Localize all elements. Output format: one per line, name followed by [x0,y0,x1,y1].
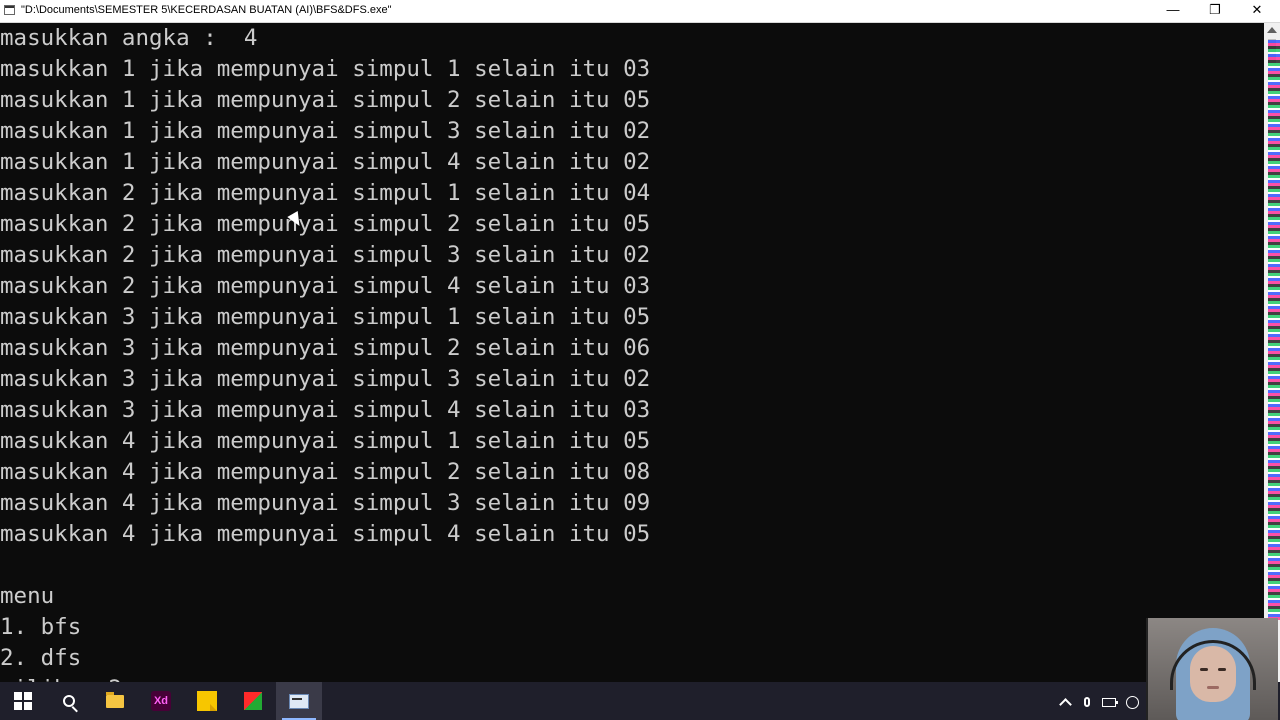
console-output[interactable]: masukkan angka : 4 masukkan 1 jika mempu… [0,23,1264,682]
console-app-button[interactable] [276,682,322,720]
search-icon [63,695,75,707]
console-line: masukkan 3 jika mempunyai simpul 2 selai… [0,335,651,361]
windows-icon [14,692,32,710]
mouth [1207,686,1219,689]
webcam-overlay [1146,618,1278,720]
console-line: masukkan 3 jika mempunyai simpul 1 selai… [0,304,651,330]
close-button[interactable]: ✕ [1234,0,1280,22]
file-explorer-button[interactable] [92,682,138,720]
folder-icon [106,691,124,708]
show-hidden-icons-button[interactable] [1056,682,1074,720]
console-line: masukkan 4 jika mempunyai simpul 4 selai… [0,521,651,547]
console-line: masukkan 2 jika mempunyai simpul 2 selai… [0,211,651,237]
right-eye [1218,668,1226,671]
chevron-up-icon [1058,697,1072,711]
sticky-notes-icon [197,691,217,711]
console-app-icon [4,5,15,15]
console-line: masukkan 1 jika mempunyai simpul 4 selai… [0,149,651,175]
console-line: masukkan 2 jika mempunyai simpul 4 selai… [0,273,651,299]
console-line: masukkan 4 jika mempunyai simpul 2 selai… [0,459,651,485]
console-line: masukkan 4 jika mempunyai simpul 3 selai… [0,490,651,516]
console-line: masukkan 1 jika mempunyai simpul 3 selai… [0,118,651,144]
minimize-button[interactable]: — [1150,0,1196,22]
left-eye [1200,668,1208,671]
console-line: masukkan 2 jika mempunyai simpul 1 selai… [0,180,651,206]
adobe-xd-button[interactable]: Xd [138,682,184,720]
console-line: masukkan 3 jika mempunyai simpul 3 selai… [0,366,651,392]
console-line: masukkan 1 jika mempunyai simpul 1 selai… [0,56,651,82]
console-line: 1. bfs [0,614,82,640]
search-button[interactable] [46,682,92,720]
globe-icon [1125,695,1139,709]
network-tray-button[interactable] [1122,682,1142,720]
console-line: masukkan 3 jika mempunyai simpul 4 selai… [0,397,651,423]
battery-tray-button[interactable] [1100,682,1118,720]
ruby-app-button[interactable] [230,682,276,720]
battery-icon [1102,697,1118,707]
scroll-up-arrow-icon[interactable] [1267,27,1277,33]
window-title: "D:\Documents\SEMESTER 5\KECERDASAN BUAT… [21,4,392,16]
console-lines: masukkan angka : 4 masukkan 1 jika mempu… [0,23,650,682]
microphone-icon [1084,697,1090,708]
console-line: menu [0,583,55,609]
desktop-background-strip [1268,40,1280,620]
console-window-icon [289,693,309,709]
adobe-xd-icon: Xd [151,691,171,711]
console-line: masukkan 2 jika mempunyai simpul 3 selai… [0,242,651,268]
title-bar: "D:\Documents\SEMESTER 5\KECERDASAN BUAT… [0,0,1280,23]
ruby-icon [244,692,262,710]
console-line: pilih : 2 [0,674,650,682]
taskbar: Xd [0,682,1280,720]
console-line: masukkan angka : 4 [0,25,258,51]
microphone-tray-button[interactable] [1078,682,1096,720]
presenter-face [1190,646,1236,702]
console-line: masukkan 1 jika mempunyai simpul 2 selai… [0,87,651,113]
start-button[interactable] [0,682,46,720]
restore-button[interactable]: ❐ [1192,0,1238,22]
console-line: 2. dfs [0,645,82,671]
sticky-notes-button[interactable] [184,682,230,720]
console-line: masukkan 4 jika mempunyai simpul 1 selai… [0,428,651,454]
